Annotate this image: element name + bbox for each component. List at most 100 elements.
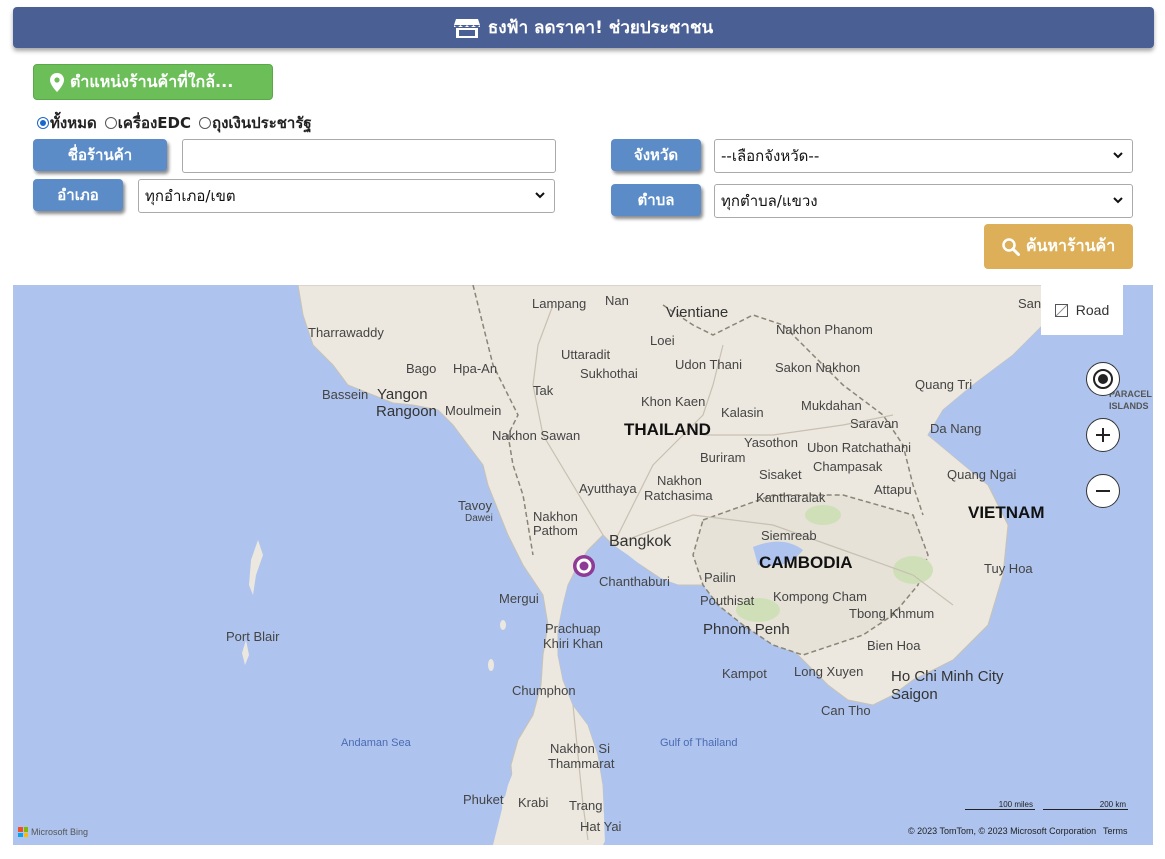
shop-name-label: ชื่อร้านค้า <box>33 139 167 171</box>
district-select[interactable]: ทุกอำเภอ/เขต <box>138 179 555 213</box>
city-label: Phuket <box>463 792 504 807</box>
city-label: Udon Thani <box>675 357 742 372</box>
city-label: Yasothon <box>744 435 798 450</box>
app-header: ธงฟ้า ลดราคา! ช่วยประชาชน <box>13 7 1154 48</box>
shop-name-input[interactable] <box>182 139 556 173</box>
city-label: Tuy Hoa <box>984 561 1033 576</box>
city-label: Uttaradit <box>561 347 611 362</box>
chevron-down-icon <box>535 192 545 199</box>
scale-miles: 100 miles <box>965 800 1035 810</box>
chevron-down-icon <box>1113 197 1123 204</box>
city-label: Khon Kaen <box>641 394 706 409</box>
city-label: Pouthisat <box>700 593 755 608</box>
microsoft-logo-icon <box>18 827 28 837</box>
label-vietnam: VIETNAM <box>968 503 1045 522</box>
location-marker-icon[interactable] <box>572 554 596 578</box>
nearby-stores-label: ตำแหน่งร้านค้าที่ใกล้... <box>70 71 234 91</box>
city-label: Pailin <box>704 570 736 585</box>
city-label: Tavoy <box>458 498 492 513</box>
city-label: Nakhon <box>533 509 578 524</box>
city-label: Bassein <box>322 387 369 402</box>
zoom-in-button[interactable] <box>1086 418 1120 452</box>
subdistrict-select-value: ทุกตำบล/แขวง <box>721 192 818 210</box>
city-label: Prachuap <box>545 621 601 636</box>
city-label: Mukdahan <box>801 398 862 413</box>
city-label: Ho Chi Minh City <box>891 668 1004 685</box>
terms-link[interactable]: Terms <box>1103 826 1128 836</box>
city-label: Can Tho <box>821 703 871 718</box>
search-icon <box>1002 237 1020 256</box>
city-label: Hpa-An <box>453 361 498 376</box>
minus-icon <box>1096 490 1110 492</box>
city-label: Ratchasima <box>644 488 713 503</box>
store-type-radios: ทั้งหมด เครื่องEDC ถุงเงินประชารัฐ <box>37 111 312 135</box>
radio-moneybag-indicator[interactable] <box>199 117 211 129</box>
radio-all[interactable]: ทั้งหมด <box>37 111 97 135</box>
nearby-stores-button[interactable]: ตำแหน่งร้านค้าที่ใกล้... <box>33 64 273 100</box>
city-label: Bangkok <box>609 533 672 550</box>
city-label: PARACEL <box>1109 389 1152 399</box>
radio-edc-indicator[interactable] <box>104 117 117 129</box>
city-label: Tbong Khmum <box>849 606 935 621</box>
city-label: Attapu <box>874 482 912 497</box>
city-label: Moulmein <box>445 403 502 418</box>
radio-edc[interactable]: เครื่องEDC <box>104 111 191 135</box>
city-label: Da Nang <box>930 421 982 436</box>
city-label: Sakon Nakhon <box>775 360 861 375</box>
city-label: Nakhon Si <box>550 741 610 756</box>
radio-all-indicator[interactable] <box>37 117 49 129</box>
city-label: Lampang <box>532 296 587 311</box>
locate-me-button[interactable] <box>1086 362 1120 396</box>
city-label: Rangoon <box>376 403 437 420</box>
city-label: Nakhon Sawan <box>492 428 581 443</box>
city-label: Tharrawaddy <box>308 325 384 340</box>
city-label: Yangon <box>377 386 428 403</box>
city-label: Trang <box>569 798 603 813</box>
province-select-value: --เลือกจังหวัด-- <box>721 147 820 165</box>
city-label: Khiri Khan <box>543 636 603 651</box>
province-label: จังหวัด <box>611 139 701 171</box>
city-label: Nan <box>605 293 629 308</box>
city-label: Phnom Penh <box>703 621 790 638</box>
road-style-icon <box>1054 303 1068 317</box>
radio-edc-label: เครื่องEDC <box>117 114 191 132</box>
city-label: Saravan <box>850 416 899 431</box>
city-label: Nakhon Phanom <box>776 322 873 337</box>
city-label: Quang Tri <box>915 377 973 392</box>
subdistrict-label: ตำบล <box>611 184 701 216</box>
city-label: Port Blair <box>226 629 280 644</box>
bing-label: Microsoft Bing <box>31 827 89 837</box>
search-stores-button[interactable]: ค้นหาร้านค้า <box>984 224 1133 269</box>
store-icon <box>453 18 480 38</box>
city-label: Loei <box>650 333 675 348</box>
city-label: Ayutthaya <box>579 481 637 496</box>
plus-icon <box>1096 428 1110 442</box>
label-thailand: THAILAND <box>624 420 711 439</box>
city-label: Kantharalak <box>756 490 826 505</box>
city-label: Mergui <box>499 591 539 606</box>
city-label: Tak <box>533 383 554 398</box>
map-pin-icon <box>50 72 64 92</box>
city-label: Nakhon <box>657 473 702 488</box>
app-title: ธงฟ้า ลดราคา! ช่วยประชาชน <box>487 18 714 38</box>
sea-label: Andaman Sea <box>341 737 411 749</box>
city-label: Sisaket <box>759 467 802 482</box>
zoom-out-button[interactable] <box>1086 474 1120 508</box>
city-label: Pathom <box>533 523 578 538</box>
search-stores-label: ค้นหาร้านค้า <box>1025 236 1116 255</box>
city-label: Hat Yai <box>580 819 622 834</box>
radio-moneybag[interactable]: ถุงเงินประชารัฐ <box>199 111 312 135</box>
map-style-toggle[interactable]: Road <box>1041 285 1123 335</box>
city-label: ISLANDS <box>1109 401 1149 411</box>
city-label: Dawei <box>465 513 493 524</box>
store-map[interactable]: THAILAND CAMBODIA VIETNAM Lampang Nan Vi… <box>13 285 1153 845</box>
province-select[interactable]: --เลือกจังหวัด-- <box>714 139 1133 173</box>
city-label: Kampot <box>722 666 767 681</box>
district-select-value: ทุกอำเภอ/เขต <box>145 187 236 205</box>
district-label: อำเภอ <box>33 179 123 211</box>
city-label: Chanthaburi <box>599 574 670 589</box>
city-label: San <box>1018 296 1042 311</box>
city-label: Kalasin <box>721 405 764 420</box>
subdistrict-select[interactable]: ทุกตำบล/แขวง <box>714 184 1133 218</box>
city-label: Siemreab <box>761 528 817 543</box>
